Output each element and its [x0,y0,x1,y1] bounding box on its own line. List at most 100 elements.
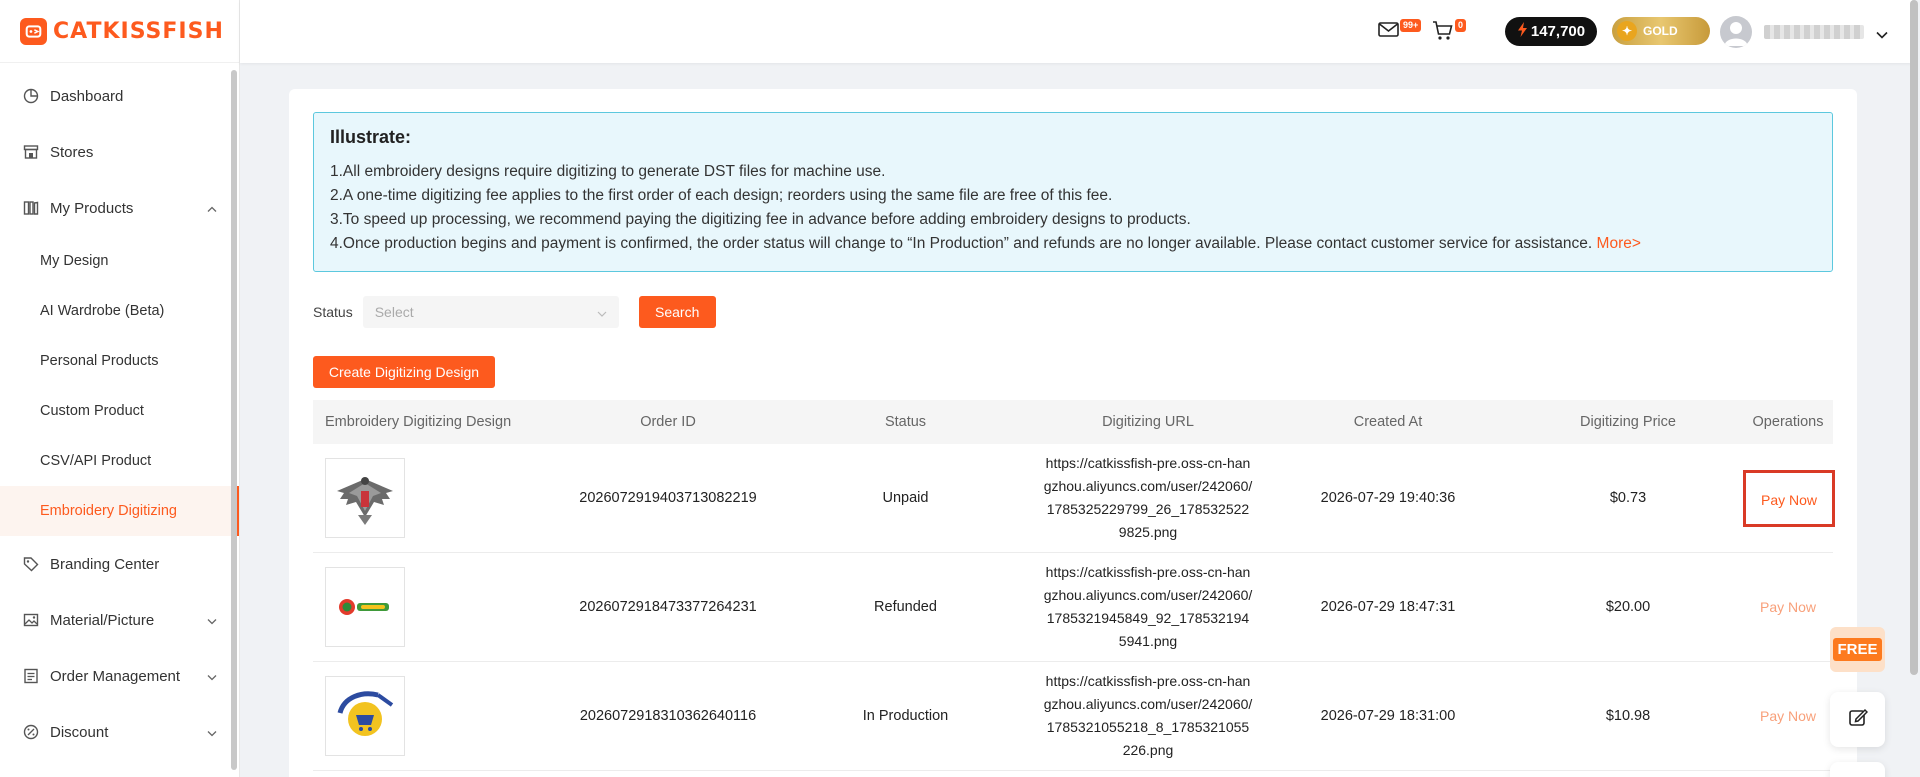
gold-tier-badge[interactable]: ✦ GOLD [1612,17,1710,45]
status-value: In Production [862,708,949,724]
col-header-design: Embroidery Digitizing Design [325,414,512,430]
col-header-status: Status [884,414,927,430]
sidebar-subitem-personal-products[interactable]: Personal Products [0,336,239,386]
username-blurred[interactable] [1764,25,1864,39]
filter-bar: Status Select Search [313,296,716,328]
sidebar-subitem-custom-product[interactable]: Custom Product [0,386,239,436]
notice-line-3: 3.To speed up processing, we recommend p… [330,211,1191,228]
sidebar-item-label: Material/Picture [50,611,155,629]
sidebar-item-label: Branding Center [50,555,160,573]
mail-badge: 99+ [1400,19,1422,32]
notice-line-2: 2.A one-time digitizing fee applies to t… [330,187,1113,204]
cart-badge: 0 [1455,19,1467,32]
sidebar-item-discount[interactable]: Discount [0,704,239,760]
table-row: 2026072918310362640116 In Production htt… [313,662,1833,771]
notice-line-4-text: 4.Once production begins and payment is … [330,235,1593,252]
digitizing-url[interactable]: https://catkissfish-pre.oss-cn-hangzhou.… [1033,452,1263,544]
tier-label: GOLD [1643,24,1678,38]
brand-name: CATKISSFISH [53,18,224,44]
main-content: Illustrate: 1.All embroidery designs req… [289,89,1857,777]
design-thumbnail-logo[interactable] [325,567,405,647]
sidebar-subitem-csv-api-product[interactable]: CSV/API Product [0,436,239,486]
digitizing-price: $10.98 [1605,708,1651,724]
col-header-url: Digitizing URL [1102,414,1194,430]
pay-now-button[interactable]: Pay Now [1743,469,1835,527]
sidebar: CATKISSFISH Dashboard Stores My Products… [0,0,240,777]
sidebar-item-order-management[interactable]: Order Management [0,648,239,704]
sidebar-item-label: Stores [50,143,94,161]
logo-fish-icon [20,17,47,45]
sidebar-subitem-embroidery-digitizing[interactable]: Embroidery Digitizing [0,486,239,536]
logo[interactable]: CATKISSFISH [0,0,239,63]
floating-widget[interactable] [1830,762,1885,777]
status-value: Refunded [874,599,937,615]
free-promo-button[interactable]: FREE [1830,627,1885,672]
pie-chart-icon [22,87,40,105]
digitizing-price: $20.00 [1605,599,1651,615]
free-label: FREE [1833,638,1882,661]
illustrate-notice: Illustrate: 1.All embroidery designs req… [313,112,1833,272]
order-id: 2026072918310362640116 [579,708,757,724]
store-icon [22,143,40,161]
digitizing-url[interactable]: https://catkissfish-pre.oss-cn-hangzhou.… [1033,670,1263,762]
order-icon [22,667,40,685]
sidebar-item-label: My Products [50,199,134,217]
status-label: Status [313,304,353,320]
top-header: 99+ 0 147,700 ✦ GOLD [240,0,1912,63]
sidebar-scrollbar[interactable] [231,70,237,770]
notice-title: Illustrate: [330,127,412,147]
sidebar-item-dashboard[interactable]: Dashboard [0,68,239,124]
design-thumbnail-eagle[interactable] [325,458,405,538]
search-button[interactable]: Search [638,296,716,328]
notice-line-1: 1.All embroidery designs require digitiz… [330,163,886,180]
cart-icon[interactable] [1432,20,1454,47]
sidebar-item-label: Order Management [50,667,181,685]
lightning-icon [1517,22,1528,41]
sidebar-item-branding-center[interactable]: Branding Center [0,536,239,592]
star-coin-icon: ✦ [1617,21,1637,41]
sidebar-item-my-products[interactable]: My Products [0,180,239,236]
mail-icon[interactable] [1378,20,1400,43]
image-icon [22,611,40,629]
products-icon [22,199,40,217]
created-at: 2026-07-29 19:40:36 [1320,490,1456,506]
sidebar-item-label: Discount [50,723,109,741]
created-at: 2026-07-29 18:47:31 [1320,599,1456,615]
avatar[interactable] [1720,16,1752,48]
sidebar-item-material-picture[interactable]: Material/Picture [0,592,239,648]
created-at: 2026-07-29 18:31:00 [1320,708,1456,724]
chevron-down-icon[interactable] [1876,26,1888,44]
table-header: Embroidery Digitizing Design Order ID St… [313,400,1833,444]
digitizing-url[interactable]: https://catkissfish-pre.oss-cn-hangzhou.… [1033,561,1263,653]
notice-line-4: 4.Once production begins and payment is … [330,232,1816,256]
pay-now-button[interactable]: Pay Now [1760,599,1816,615]
feedback-edit-button[interactable] [1830,692,1885,747]
tag-icon [22,555,40,573]
chevron-down-icon [597,304,607,320]
chevron-down-icon [207,724,217,741]
table-row: 2026072919403713082219 Unpaid https://ca… [313,444,1835,553]
discount-icon [22,723,40,741]
table-row: 2026072918473377264231 Refunded https://… [313,553,1833,662]
order-id: 2026072919403713082219 [579,490,757,506]
status-select[interactable]: Select [362,296,619,328]
window-scrollbar[interactable] [1910,0,1918,675]
chevron-down-icon [207,668,217,685]
col-header-created-at: Created At [1353,414,1423,430]
sidebar-subitem-my-design[interactable]: My Design [0,236,239,286]
chevron-down-icon [207,612,217,629]
design-thumbnail-cart-logo[interactable] [325,676,405,756]
sidebar-subitem-ai-wardrobe[interactable]: AI Wardrobe (Beta) [0,286,239,336]
chevron-up-icon [207,200,217,217]
status-select-placeholder: Select [374,304,414,320]
col-header-price: Digitizing Price [1580,414,1676,430]
more-link[interactable]: More> [1597,235,1641,252]
status-value: Unpaid [882,490,929,506]
points-balance[interactable]: 147,700 [1505,17,1597,46]
pay-now-button[interactable]: Pay Now [1760,708,1816,724]
sidebar-item-label: Dashboard [50,87,124,105]
digitizing-price: $0.73 [1609,490,1647,506]
create-digitizing-design-button[interactable]: Create Digitizing Design [313,356,495,388]
sidebar-item-stores[interactable]: Stores [0,124,239,180]
order-id: 2026072918473377264231 [579,599,757,615]
